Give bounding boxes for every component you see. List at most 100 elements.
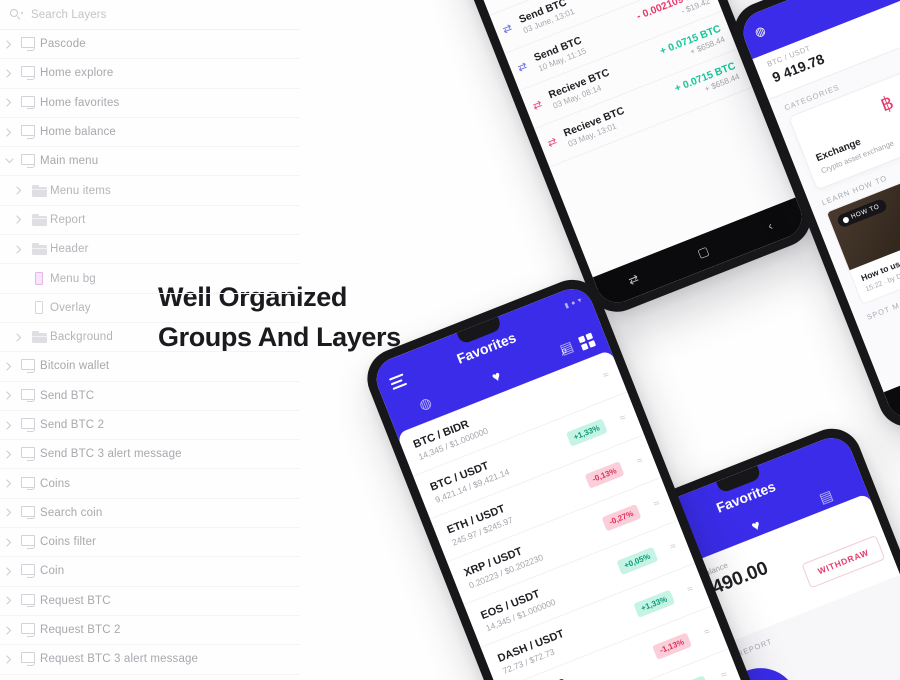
layer-label: Coins filter: [40, 536, 97, 549]
chevron-right-icon[interactable]: [0, 508, 18, 517]
chevron-right-icon[interactable]: [0, 98, 18, 107]
layer-row[interactable]: Home explore: [0, 59, 300, 89]
send-arrows-icon: ⇄: [501, 22, 515, 38]
layer-label: Request BTC: [40, 594, 111, 607]
recv-arrows-icon: ⇄: [531, 98, 544, 113]
layer-label: Pascode: [40, 38, 86, 51]
folder-icon: [31, 331, 47, 344]
layer-row[interactable]: Report: [0, 206, 300, 236]
artboard-icon: [20, 447, 38, 461]
layer-label: Request BTC 3 alert message: [40, 653, 199, 666]
layer-row[interactable]: Background: [0, 323, 300, 353]
chevron-right-icon[interactable]: [0, 625, 18, 635]
layer-row[interactable]: Send BTC 3 alert message: [0, 440, 300, 470]
phone-mockup-favorites: ▮ ● ▾ Favorites ⌕ ◍ ♥ ▤ BTC / BIDR 14,345…: [358, 270, 762, 680]
change-percent-badge: +1,33%: [633, 589, 676, 618]
swap-icon[interactable]: ⇄: [626, 271, 640, 288]
layer-row[interactable]: Pascode: [0, 30, 300, 60]
layer-label: Report: [50, 213, 86, 226]
chevron-right-icon[interactable]: [0, 567, 18, 576]
search-input[interactable]: Search Layers: [31, 9, 106, 21]
layers-search-row[interactable]: Search Layers: [0, 0, 300, 30]
layer-row[interactable]: Home balance: [0, 118, 300, 148]
layer-label: Menu bg: [50, 272, 96, 285]
layer-row[interactable]: Header: [0, 235, 300, 265]
chevron-right-icon[interactable]: [0, 420, 18, 430]
change-percent-badge: +0,09%: [666, 675, 709, 680]
artboard-icon: [20, 505, 38, 520]
layer-row[interactable]: Search coin: [0, 499, 300, 529]
folder-icon: [31, 184, 47, 197]
chevron-right-icon[interactable]: [0, 40, 18, 49]
layer-label: Home favorites: [40, 96, 120, 109]
artboard-icon: [20, 535, 38, 549]
layer-label: Coin: [40, 565, 65, 578]
chevron-right-icon[interactable]: [0, 538, 18, 547]
layer-label: Send BTC 2: [40, 419, 105, 431]
chevron-right-icon[interactable]: [0, 391, 18, 400]
artboard-icon: [20, 66, 38, 80]
recv-arrows-icon: ⇄: [545, 135, 559, 151]
sparkline-icon: ≈: [618, 412, 628, 425]
chevron-right-icon[interactable]: [10, 245, 28, 254]
sparkline-icon: ≈: [652, 497, 662, 511]
layer-row[interactable]: Request BTC: [0, 587, 300, 616]
artboard-icon: [20, 652, 38, 666]
presentation-canvas: Search Layers Pascode Home explore Home fa…: [0, 0, 900, 680]
layer-label: Background: [50, 331, 113, 344]
back-icon[interactable]: ‹: [766, 219, 775, 233]
chevron-right-icon[interactable]: [0, 655, 18, 664]
layer-row[interactable]: Request BTC 3 alert message: [0, 645, 300, 675]
sparkline-icon: ≈: [685, 583, 695, 596]
layer-row[interactable]: Menu items: [0, 176, 300, 206]
folder-icon: [31, 213, 47, 226]
chevron-right-icon[interactable]: [0, 479, 18, 488]
layer-label: Bitcoin wallet: [40, 360, 110, 373]
chevron-right-icon[interactable]: [10, 215, 28, 225]
layer-label: Header: [50, 243, 89, 256]
artboard-icon: [20, 623, 38, 637]
change-percent-badge: -0,27%: [601, 504, 642, 532]
layer-row[interactable]: Bitcoin wallet: [0, 352, 300, 382]
chevron-right-icon[interactable]: [10, 186, 28, 195]
folder-icon: [31, 243, 47, 256]
chevron-down-icon[interactable]: [0, 158, 18, 164]
layer-row[interactable]: Send BTC: [0, 382, 300, 411]
chevron-right-icon[interactable]: [10, 333, 28, 342]
artboard-icon: [20, 476, 38, 491]
layer-label: Send BTC: [40, 389, 95, 402]
chevron-right-icon[interactable]: [0, 127, 18, 137]
layer-label: Request BTC 2: [40, 624, 121, 637]
month-selector[interactable]: ▤ December: [870, 669, 900, 680]
layer-row[interactable]: Overlay: [0, 294, 300, 323]
sparkline-icon: ≈: [702, 626, 712, 639]
chevron-right-icon[interactable]: [0, 69, 18, 78]
chevron-right-icon[interactable]: [0, 596, 18, 605]
chevron-right-icon[interactable]: [0, 362, 18, 371]
layer-label: Menu items: [50, 184, 111, 197]
layer-row[interactable]: Menu bg: [0, 264, 300, 294]
artboard-icon: [20, 95, 38, 110]
layer-row[interactable]: Main menu: [0, 147, 300, 177]
artboard-icon: [20, 125, 38, 139]
month-label: December: [883, 669, 900, 680]
chevron-right-icon[interactable]: [0, 450, 18, 459]
layer-label: Coins: [40, 477, 71, 490]
layer-row[interactable]: Send BTC 2: [0, 411, 300, 441]
layer-row[interactable]: Home favorites: [0, 89, 300, 118]
layer-row[interactable]: Request BTC 2: [0, 616, 300, 646]
layer-row[interactable]: Coins filter: [0, 528, 300, 558]
send-arrows-icon: ⇄: [516, 60, 530, 75]
layer-row[interactable]: BTC Address: [0, 675, 300, 680]
layers-list[interactable]: Pascode Home explore Home favorites Home ba…: [0, 30, 300, 680]
artboard-icon: [20, 359, 38, 373]
sparkline-icon: ≈: [635, 455, 645, 468]
layer-label: Send BTC 3 alert message: [40, 448, 182, 461]
change-percent-badge: -0,13%: [584, 461, 625, 489]
artboard-icon: [20, 593, 38, 608]
layer-row[interactable]: Coins: [0, 469, 300, 499]
layer-label: Home balance: [40, 126, 116, 139]
compass-icon[interactable]: ◍: [753, 23, 768, 40]
layer-row[interactable]: Coin: [0, 557, 300, 587]
square-icon[interactable]: ▢: [695, 243, 711, 260]
